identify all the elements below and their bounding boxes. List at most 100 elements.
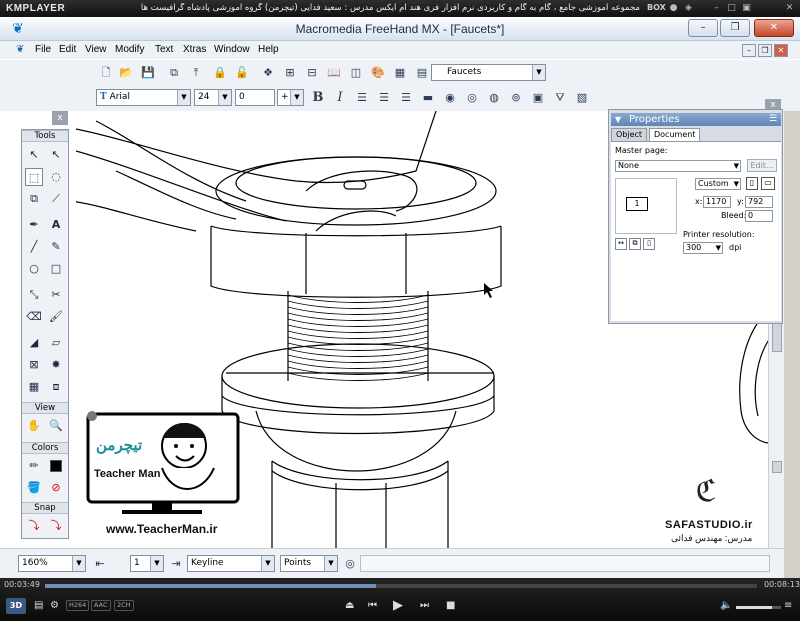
skin-icon[interactable]: ◈ — [683, 3, 694, 14]
menu-xtras[interactable]: Xtras — [183, 44, 206, 55]
panel-options-icon[interactable]: ☰ — [769, 114, 777, 124]
text-wrap-icon[interactable]: ◎ — [464, 90, 480, 106]
stroke-swatch[interactable] — [47, 457, 65, 475]
ellipse-tool-icon[interactable]: ○ — [25, 260, 43, 278]
scale-tool-icon[interactable]: ⧉ — [25, 190, 43, 208]
master-page-select[interactable]: None ▼ — [615, 160, 741, 172]
knife-tool-icon[interactable]: ✂ — [47, 286, 65, 304]
align-right-icon[interactable]: ☰ — [398, 90, 414, 106]
pen-tool-icon[interactable]: ✒ — [25, 216, 43, 234]
document-icon[interactable]: ❦ — [16, 44, 28, 56]
page-size-select[interactable]: Custom ▼ — [695, 178, 741, 190]
window-minimize-button[interactable]: – — [688, 19, 718, 37]
chevron-down-icon[interactable]: ▼ — [218, 90, 231, 105]
window-close-button[interactable]: ✕ — [754, 19, 794, 37]
lasso-tool-icon[interactable]: ◌ — [47, 168, 65, 186]
menu-text[interactable]: Text — [155, 44, 173, 55]
player-close-icon[interactable]: ✕ — [784, 3, 795, 14]
edit-master-button[interactable]: Edit... — [747, 159, 777, 172]
align-left-icon[interactable]: ☰ — [354, 90, 370, 106]
chart-tool-icon[interactable]: ▦ — [25, 378, 43, 396]
flow-inside-path-icon[interactable]: ⊚ — [508, 90, 524, 106]
export-icon[interactable]: ⤒ — [188, 65, 204, 81]
new-document-icon[interactable]: 🗋 — [98, 65, 114, 81]
leading-input[interactable]: 0 — [235, 89, 275, 106]
eject-icon[interactable]: ⏏ — [345, 599, 354, 613]
graphic-hose-icon[interactable]: ✸ — [47, 356, 65, 374]
next-page-icon[interactable]: ⇥ — [168, 556, 184, 572]
blend-tool-icon[interactable]: ⊠ — [25, 356, 43, 374]
panel-collapse-icon[interactable]: ▼ — [615, 115, 621, 124]
menu-edit[interactable]: Edit — [59, 44, 76, 55]
open-icon[interactable]: 📂 — [118, 65, 134, 81]
zoom-tool-icon[interactable]: 🔍 — [47, 417, 65, 435]
menu-view[interactable]: View — [85, 44, 107, 55]
chevron-down-icon[interactable]: ▼ — [324, 556, 337, 571]
page-move-icon[interactable]: ↔ — [615, 238, 627, 250]
view-mode-select[interactable]: Keyline ▼ — [187, 555, 275, 572]
line-tool-icon[interactable]: ╱ — [25, 238, 43, 256]
menu-modify[interactable]: Modify — [115, 44, 144, 55]
3d-button[interactable]: 3D — [6, 598, 26, 614]
font-select[interactable]: T Arial ▼ — [96, 89, 191, 106]
unlock-icon[interactable]: 🔓 — [234, 65, 250, 81]
convert-to-paths-icon[interactable]: ⛛ — [552, 90, 568, 106]
style-select[interactable]: Faucets ▼ — [431, 64, 546, 81]
subselect-tool-icon[interactable]: ↖ — [47, 146, 65, 164]
leading-mode-select[interactable]: + ▼ — [277, 89, 304, 106]
freeform-tool-icon[interactable]: ⤡ — [25, 286, 43, 304]
zoom-select[interactable]: 160% ▼ — [18, 555, 86, 572]
ungroup-icon[interactable]: ⊞ — [282, 65, 298, 81]
brush-tool-icon[interactable]: 🖌 — [47, 308, 65, 326]
menu-file[interactable]: File — [35, 44, 51, 55]
attach-to-path-icon[interactable]: ◍ — [486, 90, 502, 106]
chevron-down-icon[interactable]: ▼ — [261, 556, 274, 571]
page-tool-icon[interactable]: ⬚ — [25, 168, 43, 186]
page-thumbnail-box[interactable]: 1 — [615, 178, 677, 234]
page-width-field[interactable]: 1170 — [703, 196, 731, 208]
next-icon[interactable]: ⏭ — [420, 599, 429, 613]
tools-close-button[interactable]: x — [52, 111, 68, 125]
color-mixer-icon[interactable]: 🎨 — [370, 65, 386, 81]
player-box-button[interactable]: BOX — [647, 3, 666, 12]
fill-none-swatch[interactable]: ⊘ — [47, 479, 65, 497]
printer-resolution-select[interactable]: 300 ▼ — [683, 242, 723, 254]
align-center-icon[interactable]: ☰ — [376, 90, 392, 106]
doc-close-button[interactable]: ✕ — [774, 44, 788, 57]
justify-icon[interactable]: ▬ — [420, 90, 436, 106]
minimize-icon[interactable]: – — [711, 3, 722, 14]
play-icon[interactable]: ▶ — [393, 599, 403, 613]
stroke-color-icon[interactable]: ✏ — [25, 457, 43, 475]
snap-to-point-icon[interactable]: ⤵ — [25, 517, 43, 535]
flash-preview-icon[interactable]: ◎ — [342, 556, 358, 572]
fill-color-icon[interactable]: 🪣 — [25, 479, 43, 497]
eraser-tool-icon[interactable]: ⌫ — [25, 308, 43, 326]
trace-tool-icon[interactable]: ⧈ — [47, 378, 65, 396]
units-select[interactable]: Points ▼ — [280, 555, 338, 572]
properties-title[interactable]: Properties — [611, 113, 781, 126]
chevron-down-icon[interactable]: ▼ — [150, 556, 163, 571]
doc-minimize-button[interactable]: – — [742, 44, 756, 57]
previous-page-icon[interactable]: ⇤ — [92, 556, 108, 572]
menu-window[interactable]: Window — [214, 44, 250, 55]
tab-document[interactable]: Document — [649, 128, 701, 141]
layers-icon[interactable]: ◫ — [348, 65, 364, 81]
page-thumbnail[interactable]: 1 — [626, 197, 648, 211]
fullscreen-icon[interactable]: ▣ — [741, 3, 752, 14]
page-select[interactable]: 1 ▼ — [130, 555, 164, 572]
lock-icon[interactable]: 🔒 — [212, 65, 228, 81]
hand-tool-icon[interactable]: ✋ — [25, 417, 43, 435]
import-icon[interactable]: ⧉ — [166, 65, 182, 81]
italic-icon[interactable]: I — [332, 90, 348, 106]
align-icon[interactable]: ⊟ — [304, 65, 320, 81]
save-icon[interactable]: 💾 — [140, 65, 156, 81]
text-effect-icon[interactable]: ◉ — [442, 90, 458, 106]
settings-icon[interactable]: ⚙ — [50, 599, 59, 613]
styles-icon[interactable]: ▤ — [414, 65, 430, 81]
pencil-tool-icon[interactable]: ✎ — [47, 238, 65, 256]
text-editor-icon[interactable]: ▣ — [530, 90, 546, 106]
page-height-field[interactable]: 792 — [745, 196, 773, 208]
chevron-down-icon[interactable]: ▼ — [177, 90, 190, 105]
snap-to-guides-icon[interactable]: ⤵ — [47, 517, 65, 535]
page-duplicate-icon[interactable]: ⧉ — [629, 238, 641, 250]
